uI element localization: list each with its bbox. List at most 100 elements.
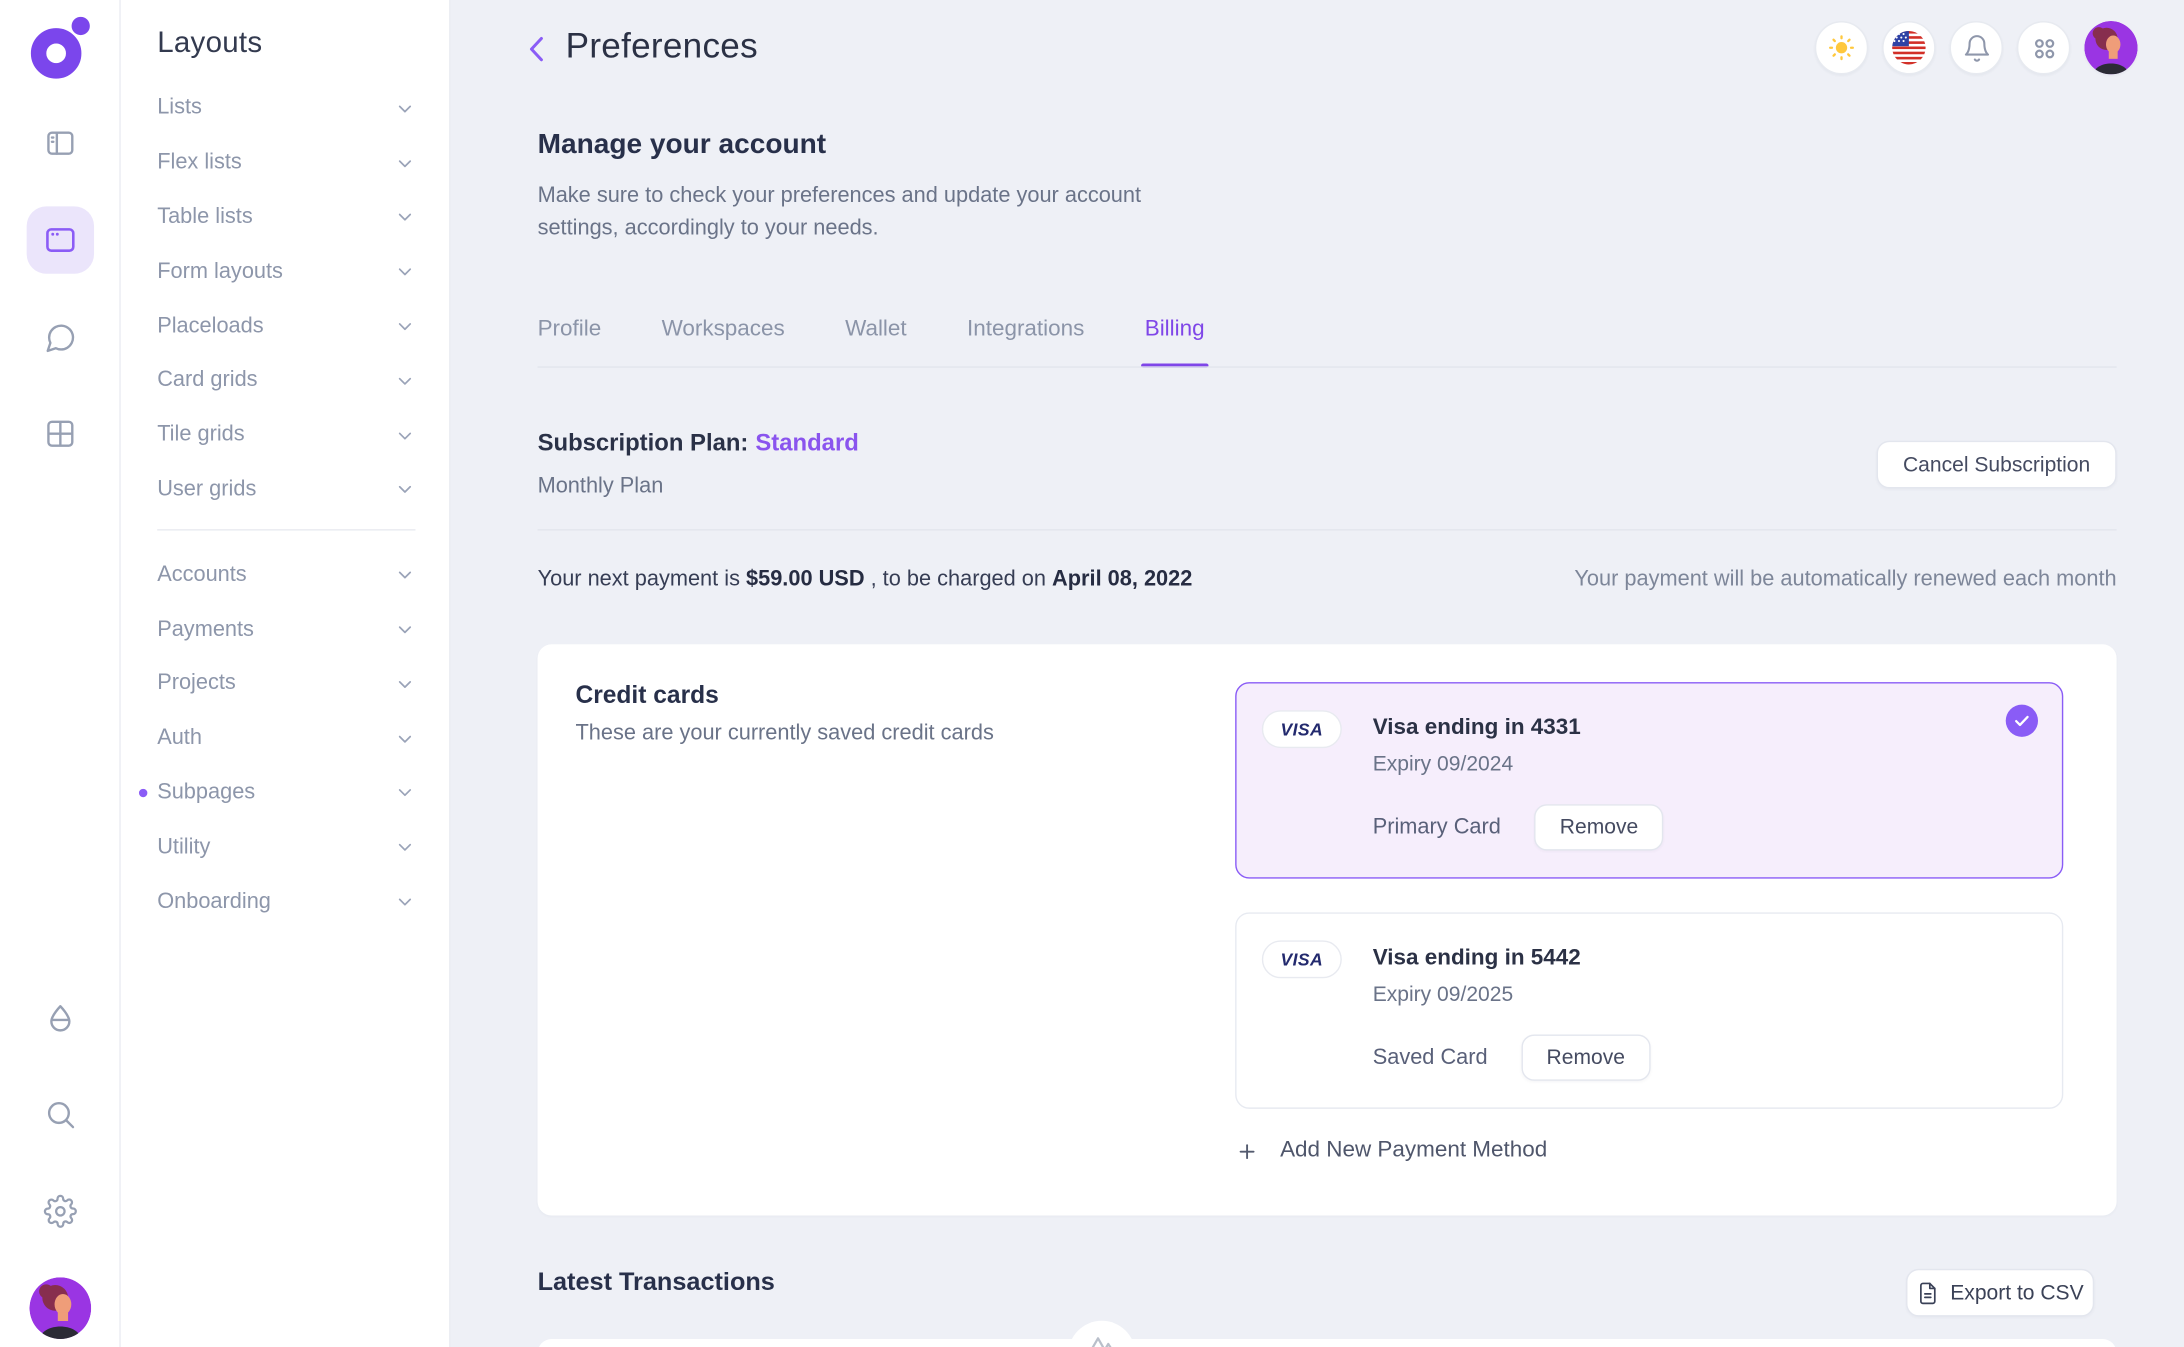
chevron-down-icon: [394, 261, 415, 282]
chevron-down-icon: [394, 728, 415, 749]
sidebar-item-card-grids[interactable]: Card grids: [121, 354, 449, 408]
sidebar-item-flex-lists[interactable]: Flex lists: [121, 136, 449, 190]
remove-card-button[interactable]: Remove: [1521, 1034, 1650, 1080]
transaction-avatar-placeholder: [1068, 1321, 1135, 1347]
tab-integrations[interactable]: Integrations: [967, 317, 1084, 345]
language-us-flag-icon[interactable]: [1882, 21, 1935, 74]
renewal-note: Your payment will be automatically renew…: [1574, 567, 2116, 592]
chevron-down-icon: [394, 316, 415, 337]
user-avatar[interactable]: [2084, 21, 2137, 74]
sidebar-panel-icon[interactable]: [43, 126, 77, 160]
transactions-heading: Latest Transactions: [538, 1267, 775, 1296]
app-logo[interactable]: [31, 17, 93, 79]
section-divider: [538, 529, 2117, 530]
payment-amount: $59.00 USD: [746, 567, 865, 591]
chevron-down-icon: [394, 782, 415, 803]
plan-period: Monthly Plan: [538, 474, 664, 499]
subscription-plan-title: Subscription Plan:Standard: [538, 429, 859, 457]
sidebar-item-onboarding[interactable]: Onboarding: [121, 875, 449, 929]
chevron-down-icon: [394, 479, 415, 500]
logo-dot: [72, 17, 90, 35]
chevron-down-icon: [394, 674, 415, 695]
sidebar-item-table-lists[interactable]: Table lists: [121, 190, 449, 244]
section-heading: Manage your account: [538, 129, 827, 161]
chevron-down-icon: [394, 837, 415, 858]
user-avatar[interactable]: [29, 1277, 91, 1339]
logo-ring: [31, 28, 82, 79]
chat-icon[interactable]: [43, 321, 77, 355]
sidebar-item-tile-grids[interactable]: Tile grids: [121, 408, 449, 462]
notifications-bell-icon[interactable]: [1950, 21, 2003, 74]
credit-cards-heading: Credit cards: [575, 681, 718, 710]
tabs-divider: [538, 366, 2117, 367]
card-expiry: Expiry 09/2024: [1373, 752, 1513, 776]
csv-file-icon: [1917, 1281, 1941, 1305]
visa-logo: VISA: [1262, 940, 1342, 978]
card-title: Visa ending in 5442: [1373, 946, 1581, 971]
export-csv-button[interactable]: Export to CSV: [1906, 1269, 2094, 1317]
plan-name: Standard: [755, 429, 858, 456]
sidebar-title: Layouts: [157, 27, 262, 61]
droplet-icon[interactable]: [43, 1002, 77, 1036]
settings-tabs: Profile Workspaces Wallet Integrations B…: [538, 317, 1205, 345]
sidebar-item-lists[interactable]: Lists: [121, 81, 449, 135]
plus-icon: [1235, 1139, 1259, 1163]
chevron-down-icon: [394, 98, 415, 119]
selected-check-badge: [2006, 705, 2038, 737]
add-payment-method-button[interactable]: Add New Payment Method: [1235, 1138, 1547, 1163]
search-icon[interactable]: [43, 1098, 77, 1132]
sidebar-item-projects[interactable]: Projects: [121, 657, 449, 711]
section-description: Make sure to check your preferences and …: [538, 181, 1181, 244]
sidebar-item-user-grids[interactable]: User grids: [121, 463, 449, 517]
sidebar-item-utility[interactable]: Utility: [121, 820, 449, 874]
chevron-down-icon: [394, 153, 415, 174]
card-title: Visa ending in 4331: [1373, 716, 1581, 741]
remove-card-button[interactable]: Remove: [1535, 804, 1664, 850]
credit-cards-panel: Credit cards These are your currently sa…: [538, 644, 2117, 1215]
chevron-down-icon: [394, 207, 415, 228]
layouts-sidebar: Layouts Lists Flex lists Table lists For…: [121, 0, 451, 1347]
card-status-label: Saved Card: [1373, 1045, 1488, 1070]
icon-rail: [0, 0, 121, 1347]
chevron-down-icon: [394, 619, 415, 640]
tab-billing[interactable]: Billing: [1145, 317, 1205, 345]
credit-cards-subheading: These are your currently saved credit ca…: [575, 721, 993, 746]
back-button[interactable]: [519, 31, 555, 67]
credit-card-saved[interactable]: VISA Visa ending in 5442 Expiry 09/2025 …: [1235, 912, 2063, 1109]
payment-date: April 08, 2022: [1052, 567, 1192, 591]
card-status-label: Primary Card: [1373, 815, 1501, 840]
sidebar-item-payments[interactable]: Payments: [121, 602, 449, 656]
tab-profile[interactable]: Profile: [538, 317, 602, 345]
sidebar-nav: Lists Flex lists Table lists Form layout…: [121, 81, 449, 929]
gear-icon[interactable]: [43, 1194, 77, 1228]
cancel-subscription-button[interactable]: Cancel Subscription: [1877, 441, 2117, 489]
sidebar-divider: [157, 530, 415, 531]
active-page-dot: [139, 789, 147, 797]
chevron-down-icon: [394, 425, 415, 446]
app-screen: Layouts Lists Flex lists Table lists For…: [0, 0, 2184, 1347]
main-content: Preferences: [451, 0, 2184, 1347]
card-footer: Saved Card Remove: [1373, 1034, 1651, 1080]
apps-dots-icon[interactable]: [2017, 21, 2070, 74]
grid-icon[interactable]: [43, 417, 77, 451]
topbar: [1815, 21, 2138, 74]
layouts-window-icon[interactable]: [27, 206, 94, 273]
sidebar-item-form-layouts[interactable]: Form layouts: [121, 245, 449, 299]
tab-wallet[interactable]: Wallet: [845, 317, 907, 345]
page-title: Preferences: [566, 27, 758, 68]
card-expiry: Expiry 09/2025: [1373, 983, 1513, 1007]
chevron-down-icon: [394, 370, 415, 391]
credit-card-primary[interactable]: VISA Visa ending in 4331 Expiry 09/2024 …: [1235, 682, 2063, 879]
tab-workspaces[interactable]: Workspaces: [662, 317, 785, 345]
visa-logo: VISA: [1262, 710, 1342, 748]
theme-sun-icon[interactable]: [1815, 21, 1868, 74]
sidebar-item-placeloads[interactable]: Placeloads: [121, 299, 449, 353]
chevron-down-icon: [394, 565, 415, 586]
mountains-icon: [1085, 1328, 1119, 1347]
sidebar-item-auth[interactable]: Auth: [121, 711, 449, 765]
transactions-table-top: [538, 1339, 2117, 1347]
sidebar-item-accounts[interactable]: Accounts: [121, 548, 449, 602]
chevron-down-icon: [394, 891, 415, 912]
card-footer: Primary Card Remove: [1373, 804, 1664, 850]
sidebar-item-subpages[interactable]: Subpages: [121, 766, 449, 820]
